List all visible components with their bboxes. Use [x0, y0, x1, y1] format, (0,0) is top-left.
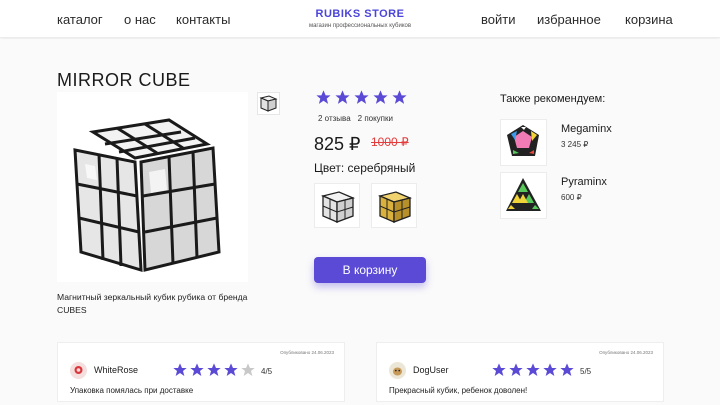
star-icon: [492, 363, 506, 376]
brand-title: RUBIKS STORE: [315, 8, 405, 20]
product-description: Магнитный зеркальный кубик рубика от бре…: [57, 292, 248, 315]
review-username[interactable]: DogUser: [413, 365, 449, 375]
star-icon: [316, 90, 331, 104]
star-icon: [173, 363, 187, 376]
avatar[interactable]: [389, 362, 406, 379]
color-label: Цвет: серебряный: [314, 161, 416, 175]
review-card: Опубликовано 24.06.2023 WhiteRose 4/5 Уп…: [57, 342, 345, 402]
star-icon: [543, 363, 557, 376]
color-option-gold[interactable]: [371, 183, 417, 228]
recommendation-item-pyraminx[interactable]: Pyraminx 600 ₽: [500, 172, 670, 220]
avatar[interactable]: [70, 362, 87, 379]
star-empty-icon: [241, 363, 255, 376]
brand-logo[interactable]: RUBIKS STORE магазин профессиональных ку…: [282, 8, 438, 29]
nav-about-link[interactable]: о нас: [124, 12, 156, 27]
review-card: Опубликовано 24.06.2023 DogUser 5/5 Прек…: [376, 342, 664, 402]
nav-login-link[interactable]: войти: [481, 12, 515, 27]
star-icon: [392, 90, 407, 104]
nav-favorites-link[interactable]: избранное: [537, 12, 601, 27]
review-score: 4/5: [261, 367, 273, 376]
review-date: Опубликовано 24.06.2023: [280, 350, 334, 355]
product-thumbnail[interactable]: [257, 92, 280, 115]
review-text: Упаковка помялась при доставке: [70, 386, 194, 395]
site-header: каталог о нас контакты RUBIKS STORE мага…: [0, 0, 720, 38]
star-icon: [224, 363, 238, 376]
nav-contacts-link[interactable]: контакты: [176, 12, 230, 27]
purchases-count: 2 покупки: [357, 114, 393, 123]
recommendations-title: Также рекомендуем:: [500, 93, 606, 105]
product-main-image[interactable]: [57, 92, 248, 282]
star-icon: [560, 363, 574, 376]
review-rating: [491, 362, 575, 378]
brand-subtitle: магазин профессиональных кубиков: [308, 23, 412, 29]
review-date: Опубликовано 24.06.2023: [599, 350, 653, 355]
product-old-price: 1000 ₽: [371, 135, 409, 149]
star-icon: [207, 363, 221, 376]
star-icon: [190, 363, 204, 376]
review-score: 5/5: [580, 367, 592, 376]
megaminx-icon: [500, 119, 547, 166]
product-page: MIRROR CUBE Магнитный зеркальный кубик р…: [0, 39, 720, 405]
reviews-count[interactable]: 2 отзыва: [318, 114, 351, 123]
recommendation-name: Megaminx: [561, 123, 612, 135]
star-icon: [354, 90, 369, 104]
nav-catalog-link[interactable]: каталог: [57, 12, 103, 27]
star-icon: [335, 90, 350, 104]
nav-cart-link[interactable]: корзина: [625, 12, 673, 27]
recommendation-name: Pyraminx: [561, 176, 607, 188]
recommendation-item-megaminx[interactable]: Megaminx 3 245 ₽: [500, 119, 670, 167]
star-icon: [526, 363, 540, 376]
review-text: Прекрасный кубик, ребенок доволен!: [389, 386, 528, 395]
recommendation-price: 600 ₽: [561, 193, 582, 202]
add-to-cart-button[interactable]: В корзину: [314, 257, 426, 283]
recommendation-price: 3 245 ₽: [561, 140, 589, 149]
review-rating: [172, 362, 256, 378]
product-stats: 2 отзыва 2 покупки: [318, 114, 393, 123]
product-rating: [315, 89, 408, 106]
color-option-silver[interactable]: [314, 183, 360, 228]
product-title: MIRROR CUBE: [57, 70, 191, 90]
star-icon: [373, 90, 388, 104]
product-price: 825 ₽: [314, 134, 361, 154]
pyraminx-icon: [500, 172, 547, 219]
review-username[interactable]: WhiteRose: [94, 365, 138, 375]
star-icon: [509, 363, 523, 376]
